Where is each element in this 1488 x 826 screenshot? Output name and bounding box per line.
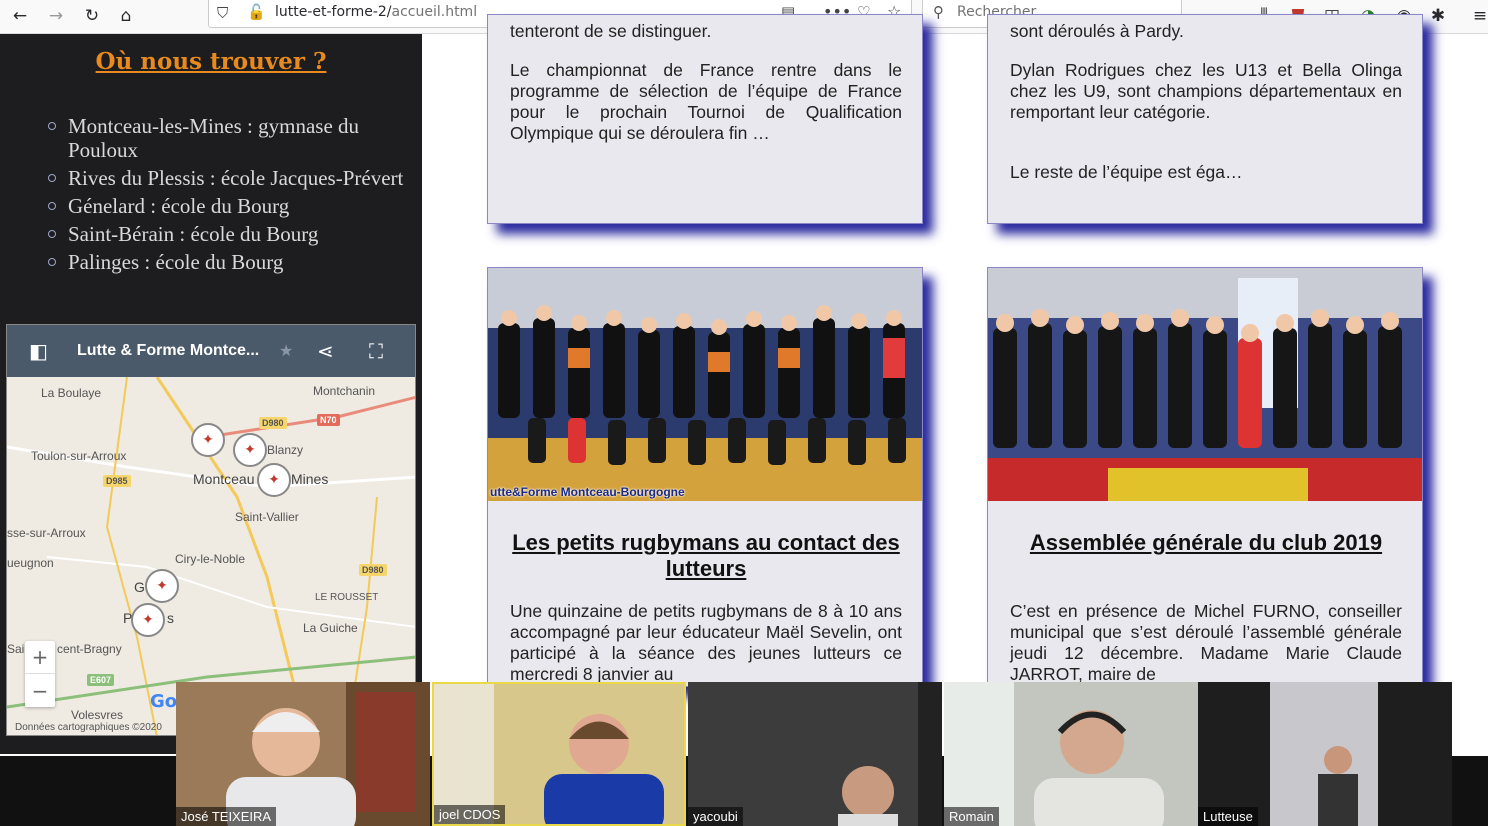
map-sidebar-icon[interactable]: ◧ <box>29 339 48 363</box>
reload-icon[interactable]: ↻ <box>78 3 106 29</box>
participant-name: Romain <box>944 807 999 826</box>
road-label: E607 <box>87 674 115 686</box>
map-label: Ciry-le-Noble <box>175 552 246 566</box>
participant-tile[interactable]: joel CDOS <box>432 682 686 826</box>
road-label: N70 <box>317 414 340 426</box>
participant-name: Lutteuse <box>1198 807 1258 826</box>
assembly-photo[interactable] <box>988 268 1422 501</box>
map-label: Montceau <box>193 471 255 487</box>
map-header: ◧ Lutte & Forme Montce... ★ ⋖ ⛶ <box>7 325 415 377</box>
participant-tile[interactable]: Romain <box>944 682 1198 826</box>
zoom-control: + − <box>25 641 55 707</box>
participant-video <box>1198 682 1452 826</box>
participant-name: José TEIXEIRA <box>176 807 277 826</box>
map-label: Blanzy <box>267 443 304 457</box>
location-list: Montceau-les-Mines : gymnase du Pouloux … <box>48 114 408 278</box>
card-text: Dylan Rodrigues chez les U13 et Bella Ol… <box>1010 60 1402 122</box>
extension-puzzle-icon[interactable]: ✱ <box>1424 3 1452 29</box>
fullscreen-icon[interactable]: ⛶ <box>369 339 383 363</box>
location-item: Rives du Plessis : école Jacques-Prévert <box>48 166 408 190</box>
map-label: Saint-Vallier <box>235 510 299 524</box>
participant-tile[interactable]: Lutteuse <box>1198 682 1452 826</box>
participant-video <box>176 682 430 826</box>
map-marker-icon[interactable]: ✦ <box>233 433 267 467</box>
insecure-lock-icon[interactable]: 🔓 <box>247 3 266 21</box>
map-label: Toulon-sur-Arroux <box>31 449 127 463</box>
map-label: ueugnon <box>7 556 54 570</box>
participant-video <box>434 684 684 824</box>
road-label: D980 <box>259 417 287 429</box>
news-card: utte&Forme Montceau-Bourgogne Les petits… <box>487 267 923 687</box>
participant-tile[interactable]: José TEIXEIRA <box>176 682 430 826</box>
card-text: Le reste de l’équipe est éga… <box>1010 162 1243 182</box>
road-label: D980 <box>359 564 387 576</box>
location-item: Saint-Bérain : école du Bourg <box>48 222 408 246</box>
participant-name: yacoubi <box>688 807 743 826</box>
map-marker-icon[interactable]: ✦ <box>257 463 291 497</box>
google-logo: Go <box>150 691 178 712</box>
card-text: sont déroulés à Pardy. <box>1010 21 1184 41</box>
card-text: C’est en présence de Michel FURNO, conse… <box>1010 601 1402 684</box>
team-photo[interactable]: utte&Forme Montceau-Bourgogne <box>488 268 922 501</box>
map-label: La Guiche <box>303 621 358 635</box>
assembly-photo-image <box>988 268 1422 501</box>
forward-icon[interactable]: → <box>42 3 70 29</box>
participant-tile[interactable]: yacoubi <box>688 682 942 826</box>
map-label: Sai <box>7 642 25 656</box>
participant-name: joel CDOS <box>434 805 506 824</box>
map-label: Volesvres <box>71 708 124 722</box>
card-title-link[interactable]: Assemblée générale du club 2019 <box>1004 530 1408 556</box>
photo-caption: utte&Forme Montceau-Bourgogne <box>490 485 685 499</box>
embedded-map[interactable]: ◧ Lutte & Forme Montce... ★ ⋖ ⛶ La Boula… <box>6 324 416 736</box>
map-marker-icon[interactable]: ✦ <box>191 423 225 457</box>
share-icon[interactable]: ⋖ <box>317 339 334 363</box>
where-title: Où nous trouver ? <box>95 48 327 75</box>
home-icon[interactable]: ⌂ <box>112 3 140 29</box>
back-icon[interactable]: ← <box>6 3 34 29</box>
map-label: sse-sur-Arroux <box>7 526 86 540</box>
map-label: s <box>167 610 174 626</box>
map-label: cent-Bragny <box>57 642 122 656</box>
location-item: Montceau-les-Mines : gymnase du Pouloux <box>48 114 408 162</box>
card-text: tenteront de se distinguer. <box>510 21 712 41</box>
map-credit: Données cartographiques ©2020 <box>15 722 162 733</box>
location-item: Génelard : école du Bourg <box>48 194 408 218</box>
map-label: La Boulaye <box>41 386 102 400</box>
team-photo-image <box>488 268 922 501</box>
map-title: Lutte & Forme Montce... <box>77 342 260 359</box>
map-label: LE ROUSSET <box>315 592 379 603</box>
map-marker-icon[interactable]: ✦ <box>145 569 179 603</box>
news-card: sont déroulés à Pardy. Dylan Rodrigues c… <box>987 14 1423 224</box>
card-text: Une quinzaine de petits rugbymans de 8 à… <box>510 601 902 684</box>
news-card: tenteront de se distinguer. Le championn… <box>487 14 923 224</box>
map-label: Montchanin <box>313 384 376 398</box>
url-text[interactable]: lutte-et-forme-2/accueil.html <box>275 4 477 20</box>
menu-icon[interactable]: ≡ <box>1466 3 1488 29</box>
zoom-in-button[interactable]: + <box>25 641 55 674</box>
road-label: D985 <box>103 475 131 487</box>
zoom-out-button[interactable]: − <box>25 674 55 707</box>
map-marker-icon[interactable]: ✦ <box>131 603 165 637</box>
map-label: Mines <box>291 471 329 487</box>
participant-video <box>944 682 1198 826</box>
news-card: Assemblée générale du club 2019 C’est en… <box>987 267 1423 687</box>
location-item: Palinges : école du Bourg <box>48 250 408 274</box>
star-icon[interactable]: ★ <box>279 341 293 360</box>
search-icon: ⚲ <box>933 3 944 21</box>
card-text: Le championnat de France rentre dans le … <box>510 60 902 143</box>
card-title-link[interactable]: Les petits rugbymans au contact des lutt… <box>504 530 908 582</box>
map-label: G <box>134 579 145 595</box>
participant-video <box>688 682 942 826</box>
shield-icon[interactable]: ⛉ <box>217 4 228 22</box>
